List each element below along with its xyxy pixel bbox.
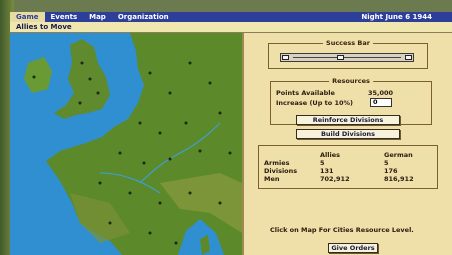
divisions-allies: 131	[320, 167, 334, 175]
success-bar	[280, 53, 414, 62]
reinforce-divisions-button[interactable]: Reinforce Divisions	[296, 115, 400, 125]
build-divisions-button[interactable]: Build Divisions	[296, 129, 400, 139]
success-bar-left-marker	[282, 55, 289, 60]
divisions-label: Divisions	[264, 167, 298, 175]
armies-label: Armies	[264, 159, 290, 167]
menu-events[interactable]: Events	[45, 12, 84, 22]
menu-game[interactable]: Game	[10, 12, 45, 22]
men-german: 816,912	[384, 175, 414, 183]
menu-organization[interactable]: Organization	[112, 12, 175, 22]
increase-label: Increase (Up to 10%)	[276, 99, 353, 107]
increase-input[interactable]: 0	[370, 98, 392, 107]
stats-header-allies: Allies	[320, 151, 340, 159]
menu-map[interactable]: Map	[83, 12, 112, 22]
increase-value: 0	[373, 98, 378, 106]
points-available-value: 35,000	[368, 89, 394, 97]
armies-allies: 5	[320, 159, 325, 167]
map-graphic[interactable]	[10, 33, 242, 255]
europe-map[interactable]	[10, 33, 242, 255]
success-bar-track	[293, 57, 401, 58]
armies-german: 5	[384, 159, 389, 167]
resources-title: Resources	[329, 77, 373, 85]
points-available-label: Points Available	[276, 89, 335, 97]
game-date: Night June 6 1944	[361, 13, 432, 21]
men-label: Men	[264, 175, 280, 183]
menu-bar: Game Events Map Organization Night June …	[10, 12, 452, 22]
control-panel: Success Bar Resources Points Available 3…	[242, 33, 452, 255]
success-bar-title: Success Bar	[323, 39, 373, 47]
stats-header-blank	[264, 151, 320, 159]
table-row: Divisions 131 176	[264, 167, 418, 175]
table-row: Men 702,912 816,912	[264, 175, 418, 183]
stats-header-german: German	[384, 151, 413, 159]
divisions-german: 176	[384, 167, 398, 175]
give-orders-button[interactable]: Give Orders	[328, 243, 378, 253]
success-bar-right-marker	[405, 55, 412, 60]
map-hint-text: Click on Map For Cities Resource Level.	[270, 226, 414, 234]
table-row: Armies 5 5	[264, 159, 418, 167]
window-title: Allies to Move	[10, 22, 452, 33]
men-allies: 702,912	[320, 175, 350, 183]
stats-header-row: Allies German	[264, 151, 418, 159]
force-stats-table: Allies German Armies 5 5 Divisions 131 1…	[264, 151, 418, 183]
success-bar-indicator	[337, 55, 344, 60]
